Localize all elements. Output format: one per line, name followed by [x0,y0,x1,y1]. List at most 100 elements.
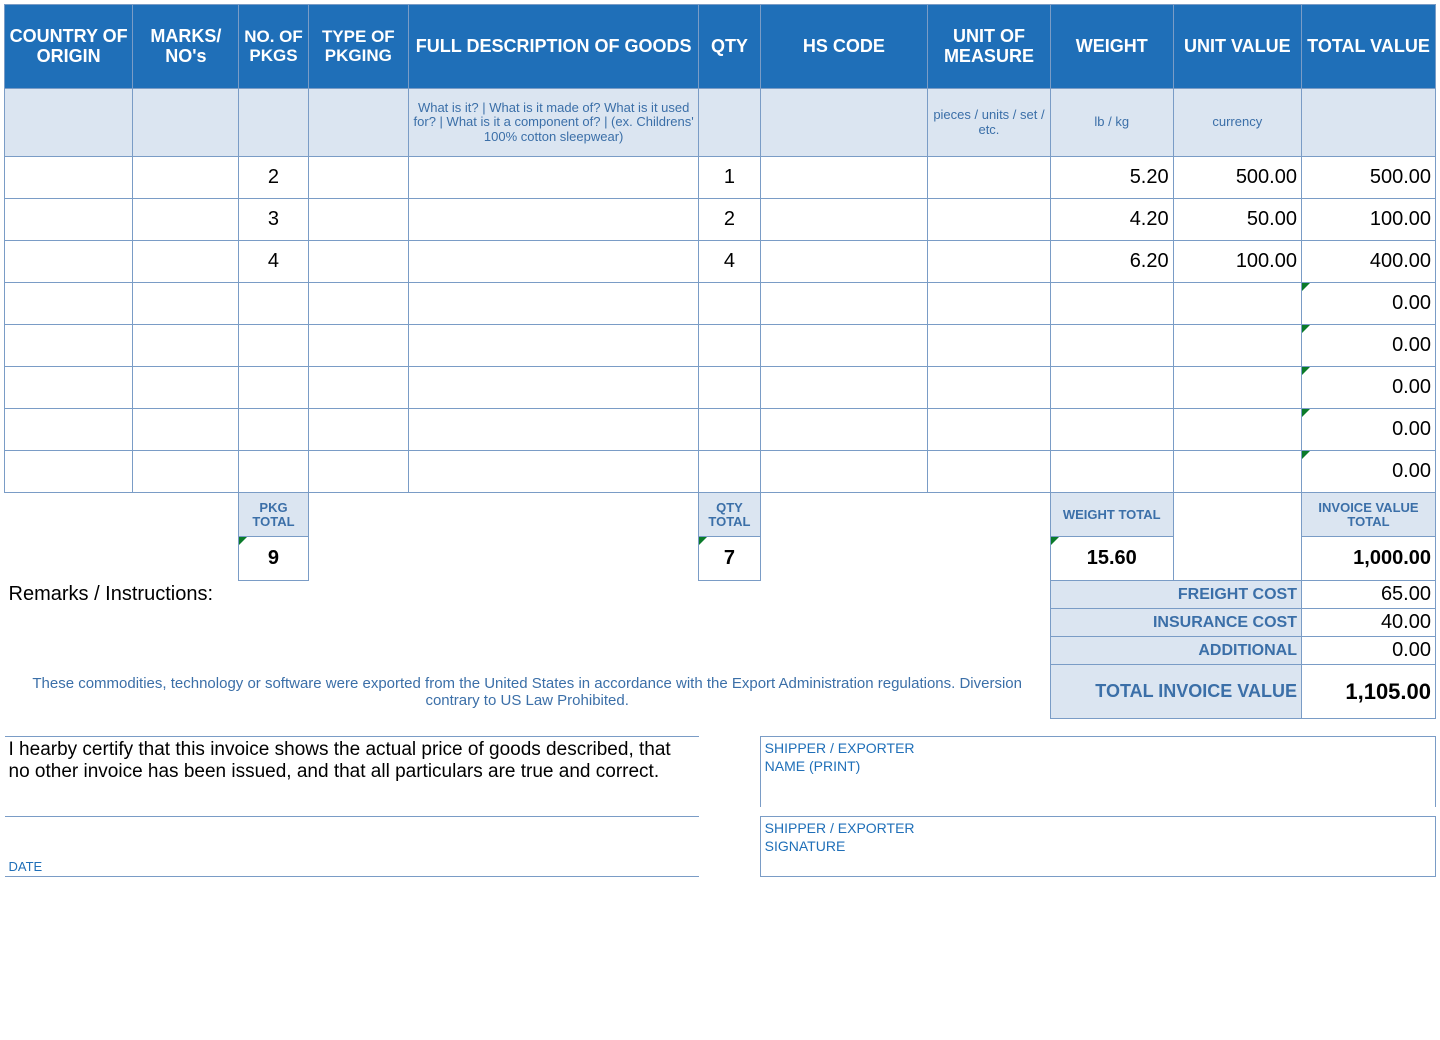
cell-hs[interactable] [760,367,927,409]
cell-desc[interactable] [409,199,699,241]
cell-weight[interactable]: 4.20 [1050,199,1173,241]
cell-totalval[interactable]: 0.00 [1301,367,1435,409]
cell-qty[interactable] [699,367,760,409]
cell-desc[interactable] [409,451,699,493]
cell-weight[interactable] [1050,451,1173,493]
shipper-signature-box[interactable]: SHIPPER / EXPORTER SIGNATURE [760,817,1435,877]
weight-total[interactable]: 15.60 [1050,537,1173,581]
hint-cell[interactable] [239,89,308,157]
hint-cell[interactable] [5,89,133,157]
cell-uom[interactable] [928,199,1051,241]
cell-qty[interactable] [699,451,760,493]
hint-weight[interactable]: lb / kg [1050,89,1173,157]
cell-unitval[interactable] [1173,409,1301,451]
cell-uom[interactable] [928,241,1051,283]
hint-cell[interactable] [760,89,927,157]
total-invoice-value[interactable]: 1,105.00 [1301,665,1435,719]
cell-weight[interactable]: 6.20 [1050,241,1173,283]
cell-weight[interactable] [1050,409,1173,451]
hint-unitval[interactable]: currency [1173,89,1301,157]
cell-totalval[interactable]: 0.00 [1301,451,1435,493]
cell-uom[interactable] [928,325,1051,367]
cell-qty[interactable]: 1 [699,157,760,199]
cell-marks[interactable] [133,367,239,409]
cell-uom[interactable] [928,157,1051,199]
cell-desc[interactable] [409,325,699,367]
cell-pkgs[interactable] [239,451,308,493]
cell-uom[interactable] [928,367,1051,409]
cell-uom[interactable] [928,283,1051,325]
cell-pkgs[interactable] [239,409,308,451]
cell-unitval[interactable]: 100.00 [1173,241,1301,283]
cell-unitval[interactable] [1173,367,1301,409]
cell-totalval[interactable]: 0.00 [1301,409,1435,451]
cell-totalval[interactable]: 400.00 [1301,241,1435,283]
shipper-name-box[interactable]: SHIPPER / EXPORTER NAME (PRINT) [760,737,1435,807]
cell-qty[interactable]: 2 [699,199,760,241]
hint-uom[interactable]: pieces / units / set / etc. [928,89,1051,157]
cell-country[interactable] [5,451,133,493]
invval-total[interactable]: 1,000.00 [1301,537,1435,581]
cell-totalval[interactable]: 0.00 [1301,325,1435,367]
cell-qty[interactable]: 4 [699,241,760,283]
cell-uom[interactable] [928,451,1051,493]
cell-weight[interactable] [1050,283,1173,325]
cell-pkging[interactable] [308,409,408,451]
cell-hs[interactable] [760,409,927,451]
qty-total[interactable]: 7 [699,537,760,581]
cell-pkgs[interactable] [239,367,308,409]
cell-country[interactable] [5,241,133,283]
hint-cell[interactable] [699,89,760,157]
hint-cell[interactable] [133,89,239,157]
cell-unitval[interactable] [1173,451,1301,493]
cell-totalval[interactable]: 0.00 [1301,283,1435,325]
cell-pkgs[interactable]: 3 [239,199,308,241]
cell-hs[interactable] [760,157,927,199]
cell-country[interactable] [5,325,133,367]
cell-totalval[interactable]: 500.00 [1301,157,1435,199]
cell-unitval[interactable]: 50.00 [1173,199,1301,241]
cell-totalval[interactable]: 100.00 [1301,199,1435,241]
cell-uom[interactable] [928,409,1051,451]
hint-desc[interactable]: What is it? | What is it made of? What i… [409,89,699,157]
cell-pkging[interactable] [308,451,408,493]
cell-pkgs[interactable] [239,283,308,325]
cell-marks[interactable] [133,199,239,241]
date-label[interactable]: DATE [5,817,699,877]
cell-desc[interactable] [409,367,699,409]
cell-unitval[interactable] [1173,325,1301,367]
cell-unitval[interactable]: 500.00 [1173,157,1301,199]
cell-pkging[interactable] [308,241,408,283]
cell-pkging[interactable] [308,325,408,367]
cell-pkging[interactable] [308,283,408,325]
cell-pkging[interactable] [308,367,408,409]
cell-qty[interactable] [699,283,760,325]
cell-desc[interactable] [409,409,699,451]
cell-unitval[interactable] [1173,283,1301,325]
cell-weight[interactable] [1050,367,1173,409]
cell-marks[interactable] [133,283,239,325]
cell-pkging[interactable] [308,199,408,241]
additional-value[interactable]: 0.00 [1301,637,1435,665]
cell-qty[interactable] [699,325,760,367]
cell-pkging[interactable] [308,157,408,199]
cell-hs[interactable] [760,325,927,367]
cell-pkgs[interactable]: 4 [239,241,308,283]
cell-weight[interactable] [1050,325,1173,367]
cell-marks[interactable] [133,325,239,367]
freight-value[interactable]: 65.00 [1301,581,1435,609]
cell-country[interactable] [5,367,133,409]
hint-cell[interactable] [308,89,408,157]
cell-country[interactable] [5,283,133,325]
cell-hs[interactable] [760,283,927,325]
cell-hs[interactable] [760,451,927,493]
cell-desc[interactable] [409,157,699,199]
cell-desc[interactable] [409,283,699,325]
cell-hs[interactable] [760,199,927,241]
cell-hs[interactable] [760,241,927,283]
cell-country[interactable] [5,409,133,451]
cell-marks[interactable] [133,157,239,199]
cell-marks[interactable] [133,409,239,451]
pkg-total[interactable]: 9 [239,537,308,581]
cell-qty[interactable] [699,409,760,451]
